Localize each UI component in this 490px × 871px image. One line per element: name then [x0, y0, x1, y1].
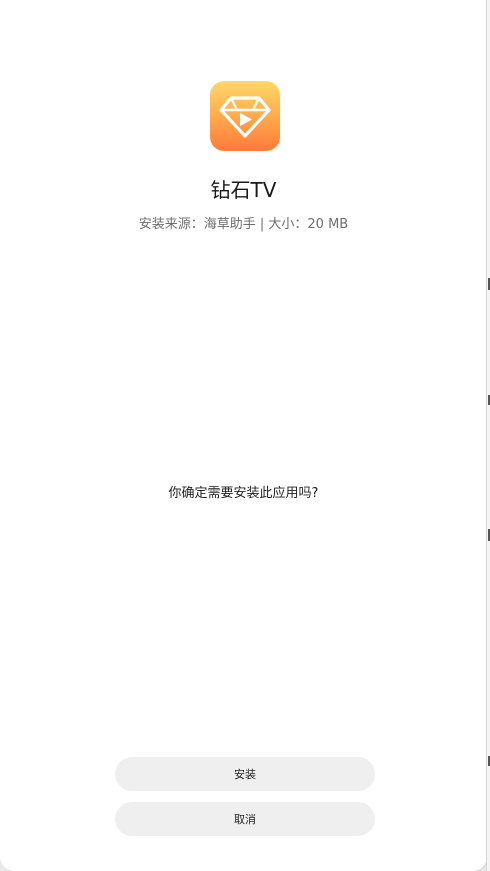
diamond-play-icon — [219, 96, 271, 138]
app-meta: 安装来源：海草助手 | 大小：20 MB — [138, 217, 349, 232]
install-question: 你确定需要安装此应用吗? — [168, 486, 319, 501]
cancel-button[interactable]: 取消 — [115, 802, 375, 836]
install-dialog: 钻石TV 安装来源：海草助手 | 大小：20 MB 你确定需要安装此应用吗? 安… — [0, 0, 487, 871]
app-icon — [210, 81, 280, 151]
install-button[interactable]: 安装 — [115, 757, 375, 791]
app-name: 钻石TV — [210, 178, 277, 202]
window-edge — [486, 0, 490, 871]
